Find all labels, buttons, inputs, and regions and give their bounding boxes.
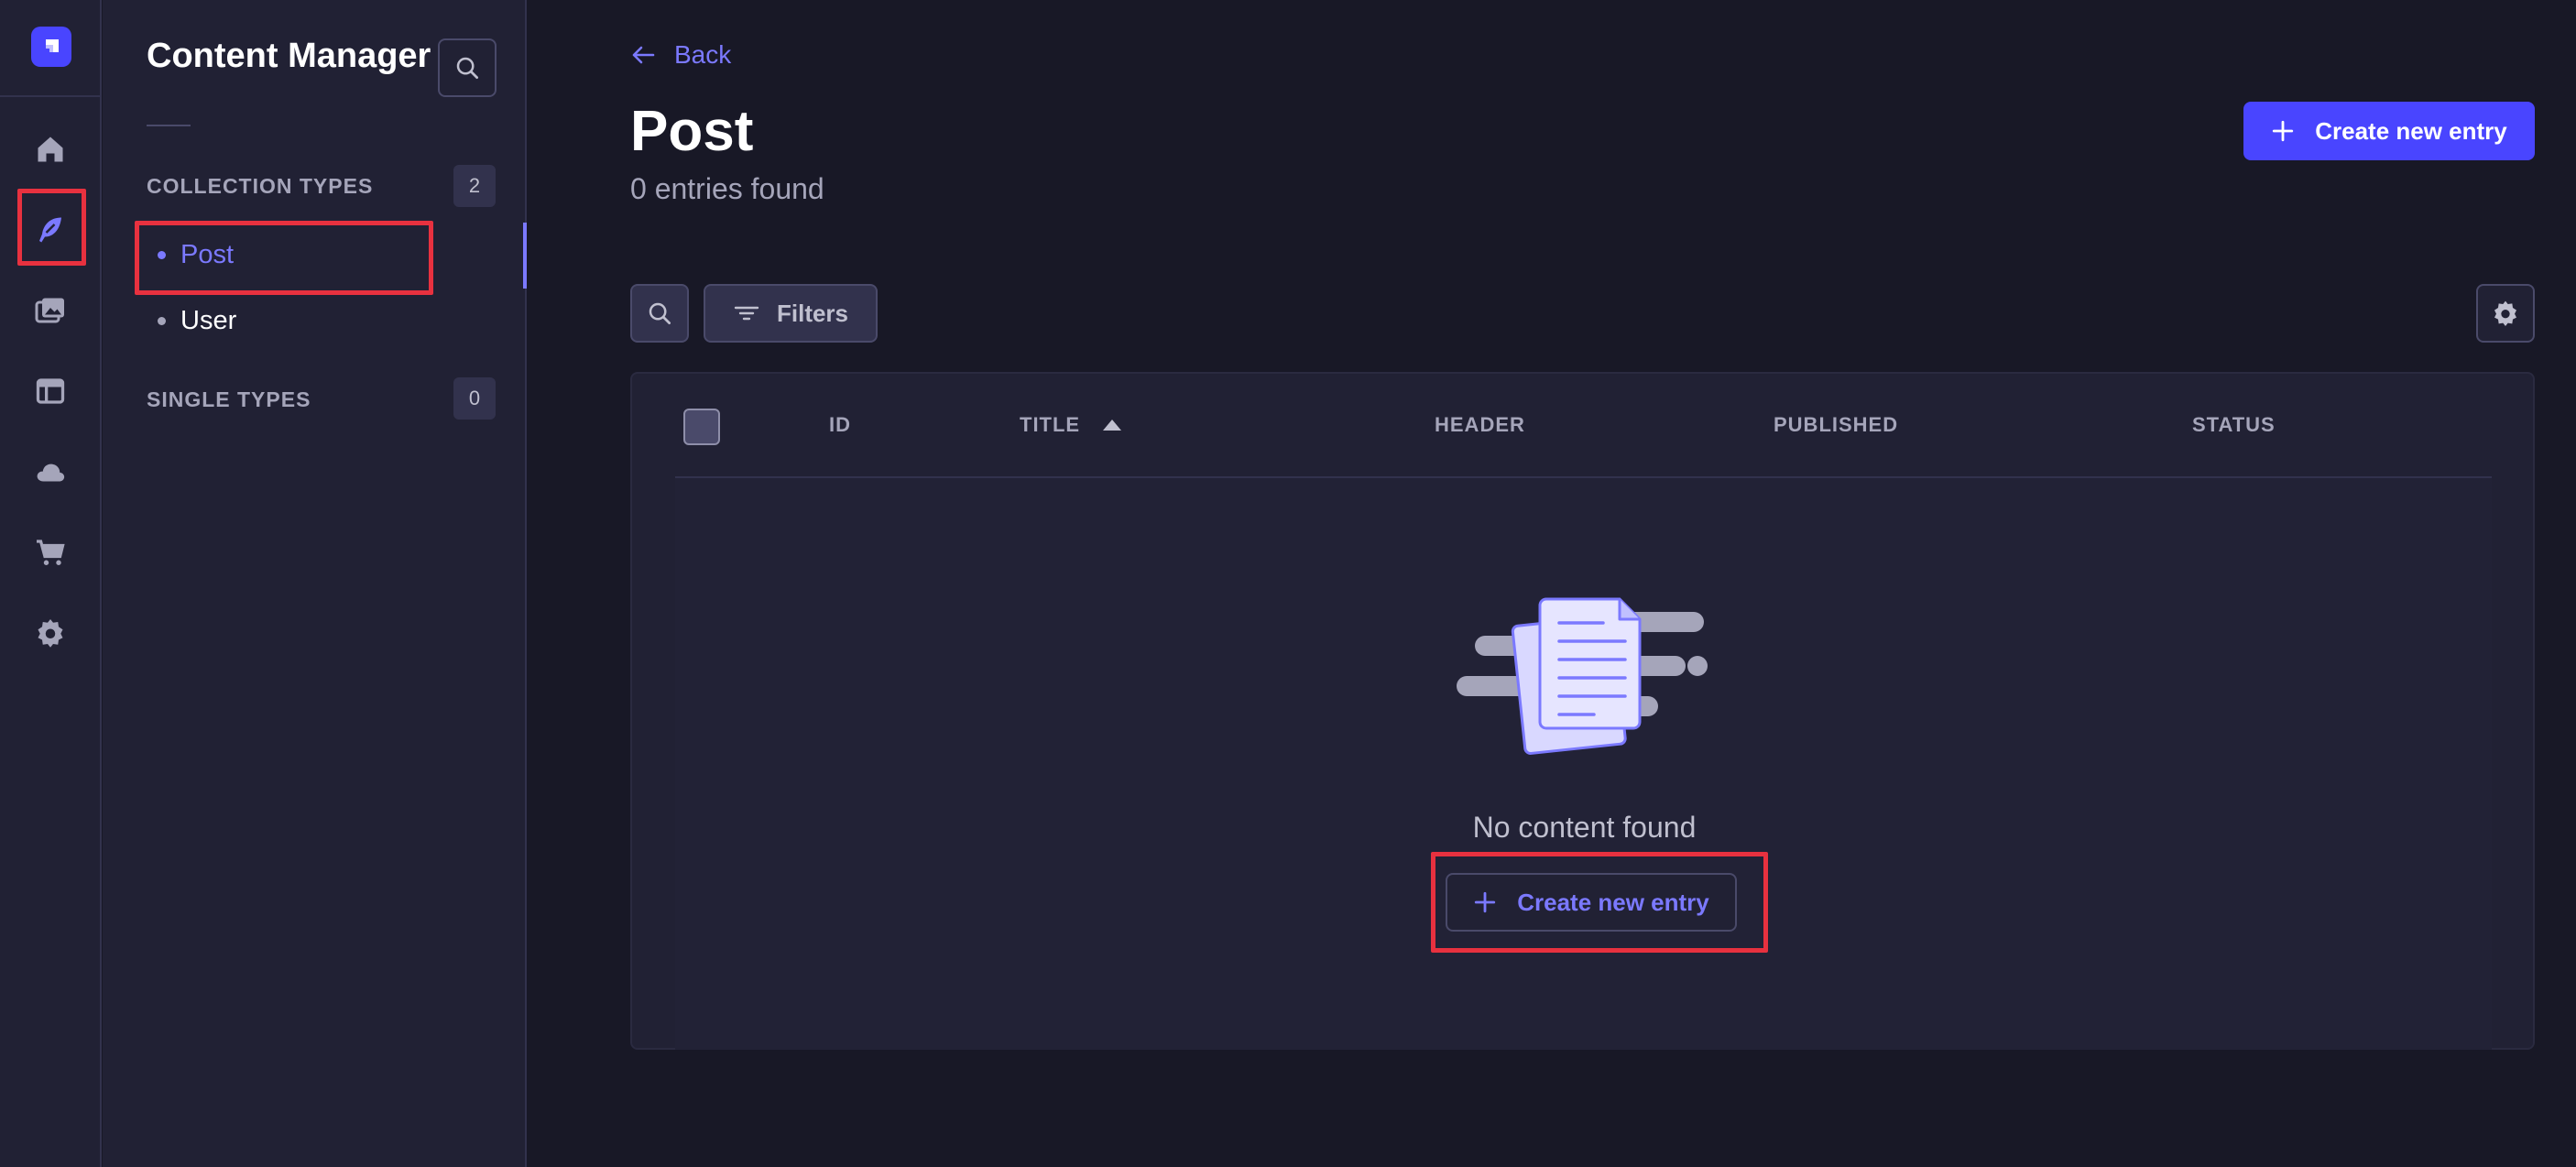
nav-marketplace[interactable]: [23, 525, 78, 580]
nav-cloud[interactable]: [23, 444, 78, 499]
sidebar-divider: [147, 125, 191, 126]
main-nav-rail: [0, 0, 102, 1167]
active-item-indicator: [523, 223, 527, 289]
single-types-label[interactable]: SINGLE TYPES: [147, 387, 311, 412]
collection-types-count: 2: [453, 165, 496, 207]
nav-media-library[interactable]: [23, 283, 78, 338]
highlight-post-item: [135, 221, 433, 295]
empty-state-message: No content found: [1472, 811, 1697, 844]
nav-content-type-builder[interactable]: [23, 364, 78, 419]
media-library-icon: [35, 298, 64, 323]
entries-count: 0 entries found: [630, 172, 824, 205]
filters-label: Filters: [776, 299, 849, 327]
table-settings-button[interactable]: [2476, 284, 2535, 343]
column-header-title[interactable]: TITLE: [1020, 413, 1122, 437]
search-icon: [456, 57, 478, 79]
nav-settings[interactable]: [23, 605, 78, 660]
empty-documents-illustration: [1457, 597, 1708, 755]
arrow-left-icon: [632, 46, 655, 64]
page-title: Post: [630, 100, 754, 163]
entries-table: ID TITLE HEADER PUBLISHED STATUS No cont…: [630, 372, 2535, 1050]
nav-home[interactable]: [23, 122, 78, 177]
logo-area: [0, 0, 102, 97]
single-types-count: 0: [453, 377, 496, 420]
layout-icon: [36, 378, 65, 404]
sidebar-title: Content Manager: [147, 37, 431, 75]
back-label: Back: [674, 40, 732, 69]
column-header-id[interactable]: ID: [829, 413, 851, 437]
plus-icon: [2273, 120, 2294, 142]
filter-icon: [734, 306, 759, 321]
home-icon: [38, 136, 63, 162]
create-new-entry-button[interactable]: Create new entry: [2243, 102, 2535, 160]
content-manager-sidebar: Content Manager COLLECTION TYPES 2 Post …: [103, 0, 527, 1167]
select-all-checkbox[interactable]: [683, 409, 720, 445]
column-header-title-label: TITLE: [1020, 413, 1081, 436]
bullet-dot: [158, 317, 166, 325]
sidebar-item-label: User: [180, 306, 237, 335]
cloud-icon: [37, 464, 65, 482]
sort-ascending-icon[interactable]: [1102, 419, 1122, 431]
column-header-published[interactable]: PUBLISHED: [1774, 413, 1898, 437]
collection-types-label[interactable]: COLLECTION TYPES: [147, 174, 373, 199]
sidebar-search-button[interactable]: [438, 38, 497, 97]
create-button-label: Create new entry: [2315, 116, 2507, 145]
strapi-logo-icon: [46, 39, 59, 52]
strapi-logo[interactable]: [31, 27, 71, 67]
search-icon: [649, 302, 671, 324]
column-header-header[interactable]: HEADER: [1435, 413, 1525, 437]
back-link[interactable]: Back: [630, 40, 731, 70]
gear-icon: [2494, 300, 2516, 326]
highlight-content-manager: [17, 189, 86, 266]
table-search-button[interactable]: [630, 284, 689, 343]
filters-button[interactable]: Filters: [704, 284, 878, 343]
sidebar-item-user[interactable]: User: [158, 306, 236, 336]
column-header-status[interactable]: STATUS: [2192, 413, 2276, 437]
cart-icon: [37, 540, 65, 565]
gear-icon: [38, 619, 63, 648]
highlight-empty-create-button: [1431, 852, 1768, 953]
